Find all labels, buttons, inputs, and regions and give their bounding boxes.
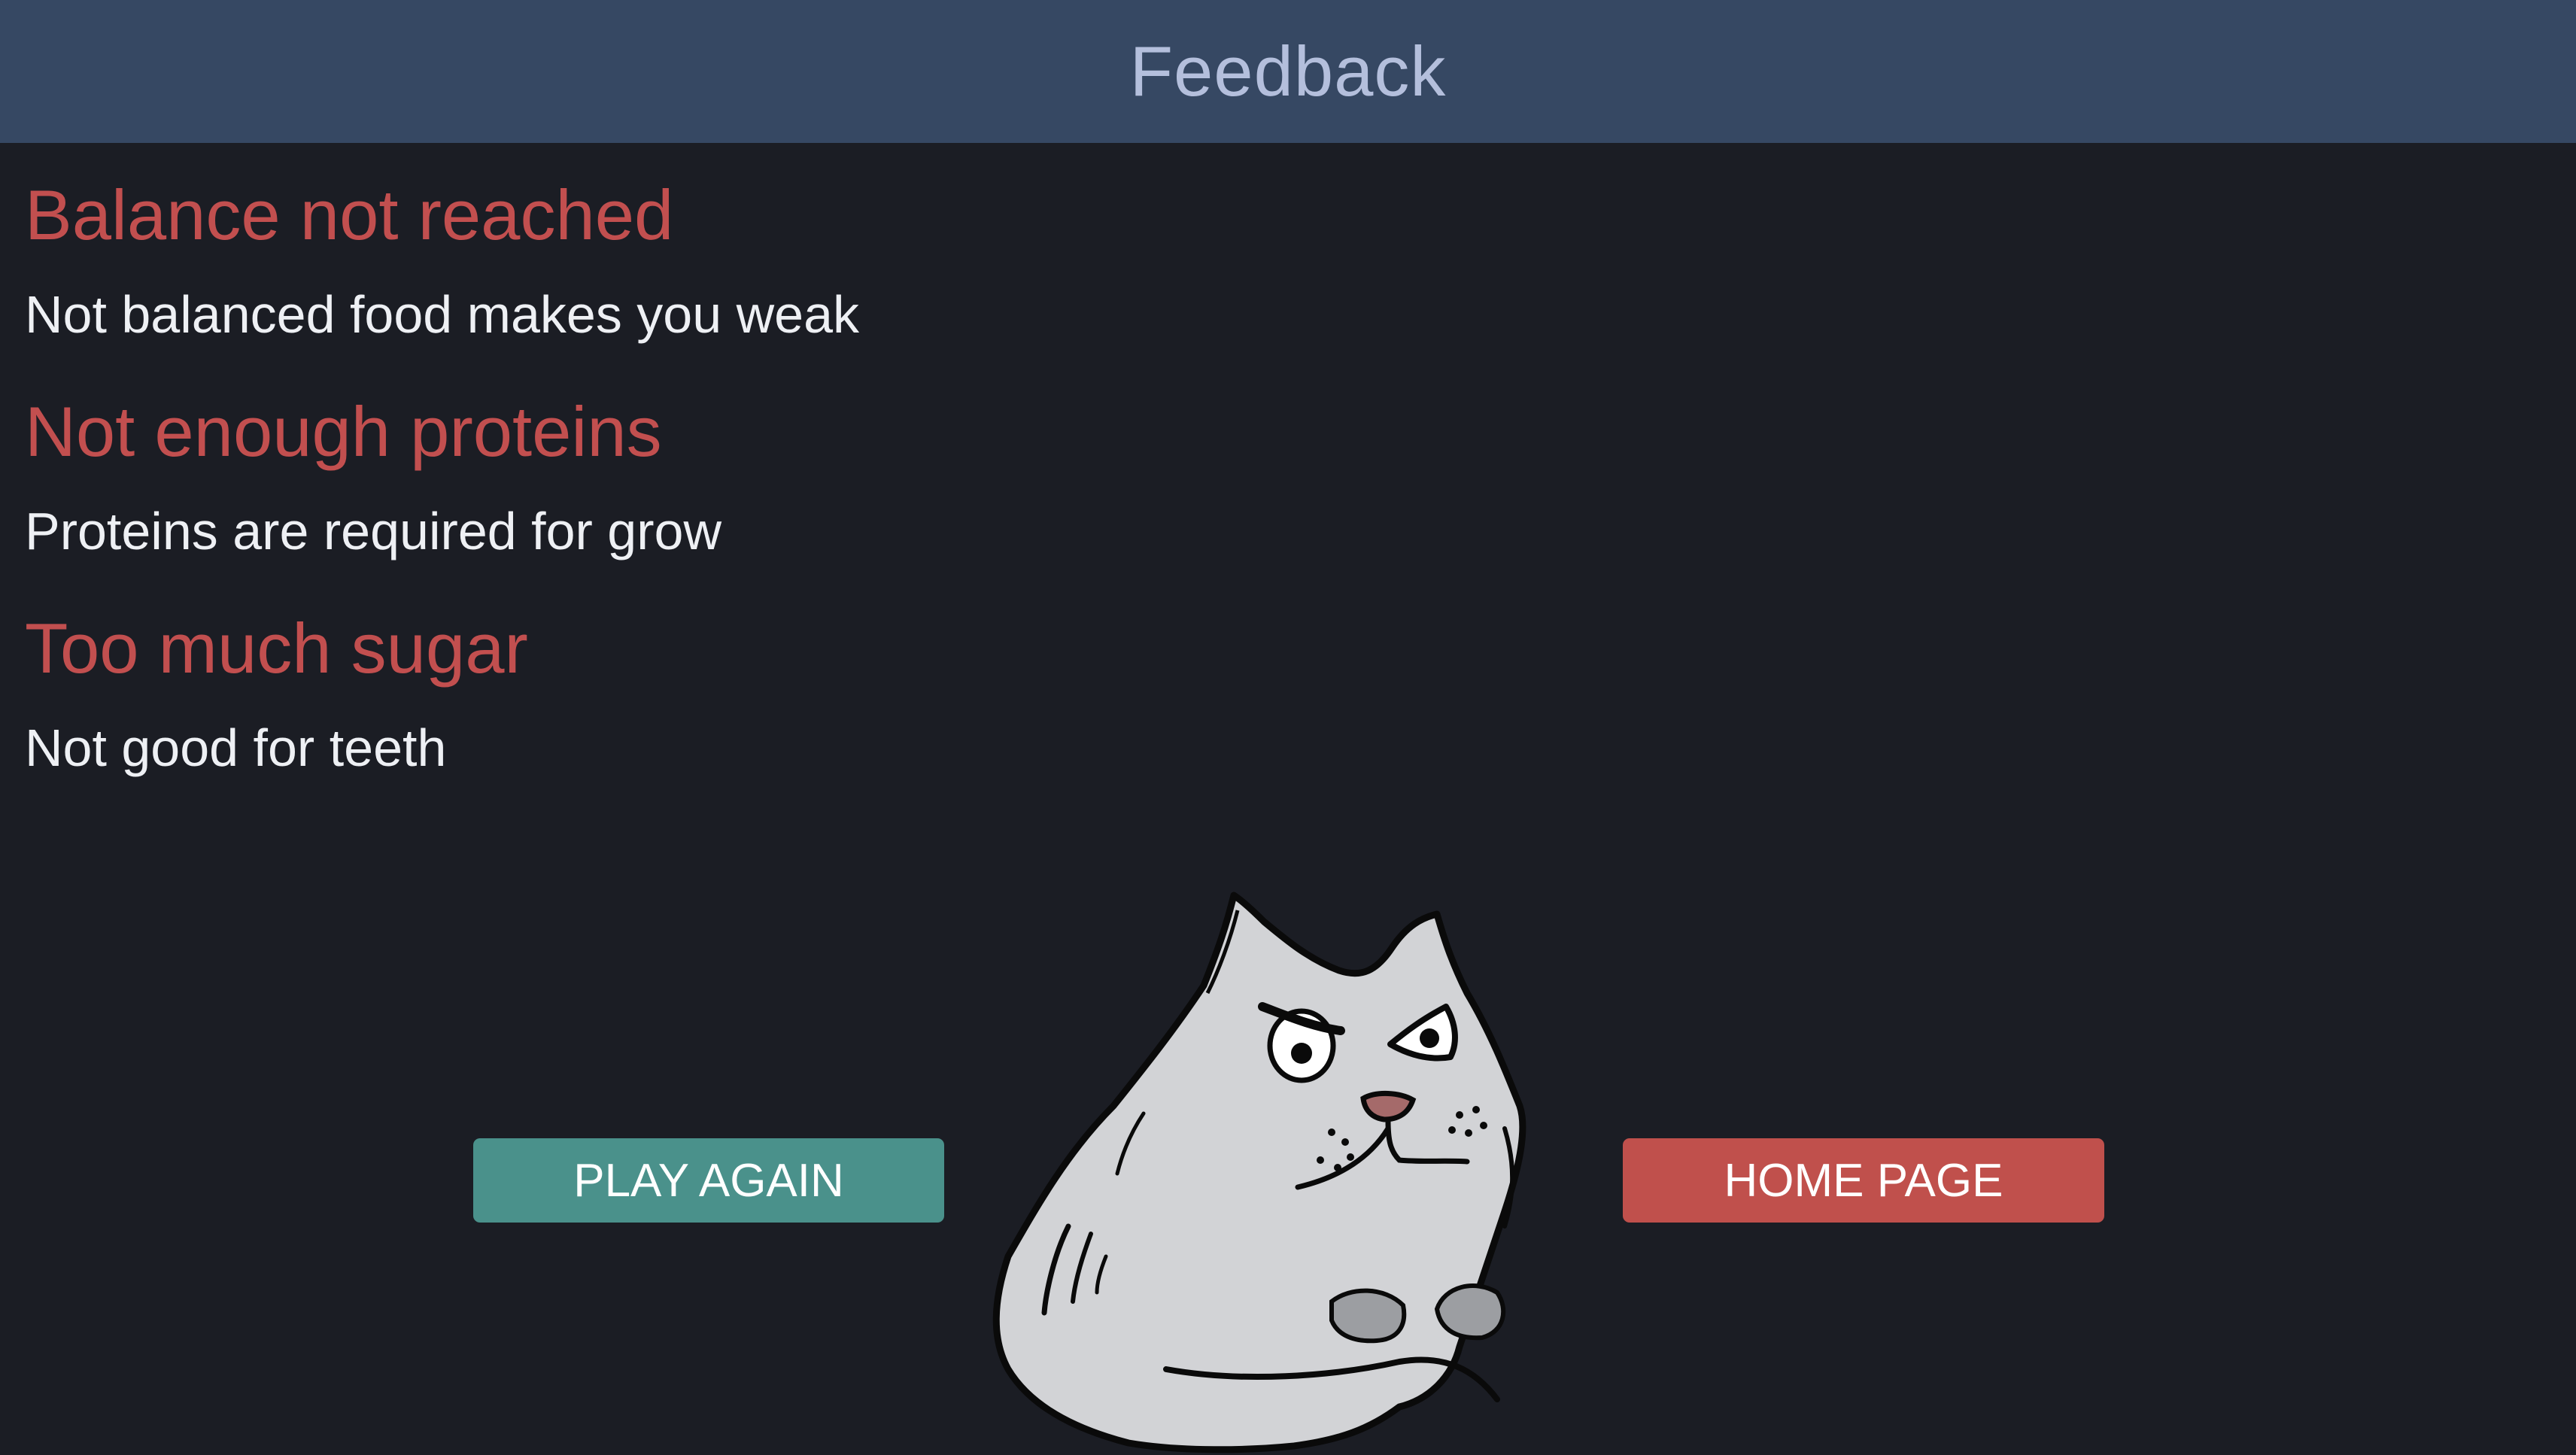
feedback-list: Balance not reached Not balanced food ma… — [25, 143, 2508, 778]
feedback-title: Not enough proteins — [25, 392, 662, 471]
feedback-item-proteins: Not enough proteins Proteins are require… — [25, 394, 2508, 561]
home-page-button[interactable]: HOME PAGE — [1623, 1138, 2104, 1223]
play-again-button[interactable]: PLAY AGAIN — [473, 1138, 944, 1223]
feedback-item-balance: Balance not reached Not balanced food ma… — [25, 178, 2508, 345]
feedback-title: Too much sugar — [25, 609, 528, 688]
grumpy-cat-illustration — [992, 892, 1526, 1453]
feedback-description: Proteins are required for grow — [25, 502, 721, 560]
page-title: Feedback — [1129, 32, 1447, 111]
header-bar: Feedback — [0, 0, 2576, 143]
feedback-title: Balance not reached — [25, 175, 674, 254]
feedback-description: Not balanced food makes you weak — [25, 285, 859, 344]
feedback-item-sugar: Too much sugar Not good for teeth — [25, 611, 2508, 778]
feedback-description: Not good for teeth — [25, 718, 447, 777]
